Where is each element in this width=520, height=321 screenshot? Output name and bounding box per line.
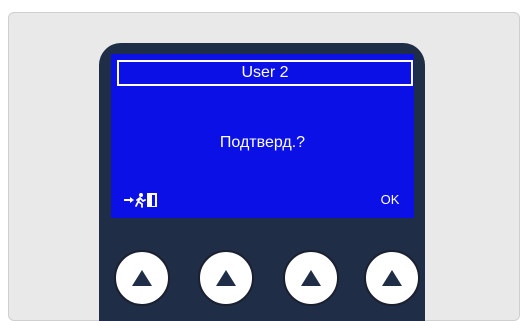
softkey-1-button[interactable] bbox=[114, 250, 170, 306]
screen-title: User 2 bbox=[117, 60, 413, 86]
softkey-2-button[interactable] bbox=[198, 250, 254, 306]
triangle-up-icon bbox=[301, 270, 321, 286]
confirm-message: Подтверд.? bbox=[219, 134, 306, 151]
exit-run-icon bbox=[123, 192, 163, 208]
triangle-up-icon bbox=[382, 270, 402, 286]
ok-label: OK bbox=[380, 192, 400, 207]
triangle-up-icon bbox=[216, 270, 236, 286]
softkey-3-button[interactable] bbox=[283, 250, 339, 306]
softkey-4-button[interactable] bbox=[364, 250, 420, 306]
triangle-up-icon bbox=[132, 270, 152, 286]
